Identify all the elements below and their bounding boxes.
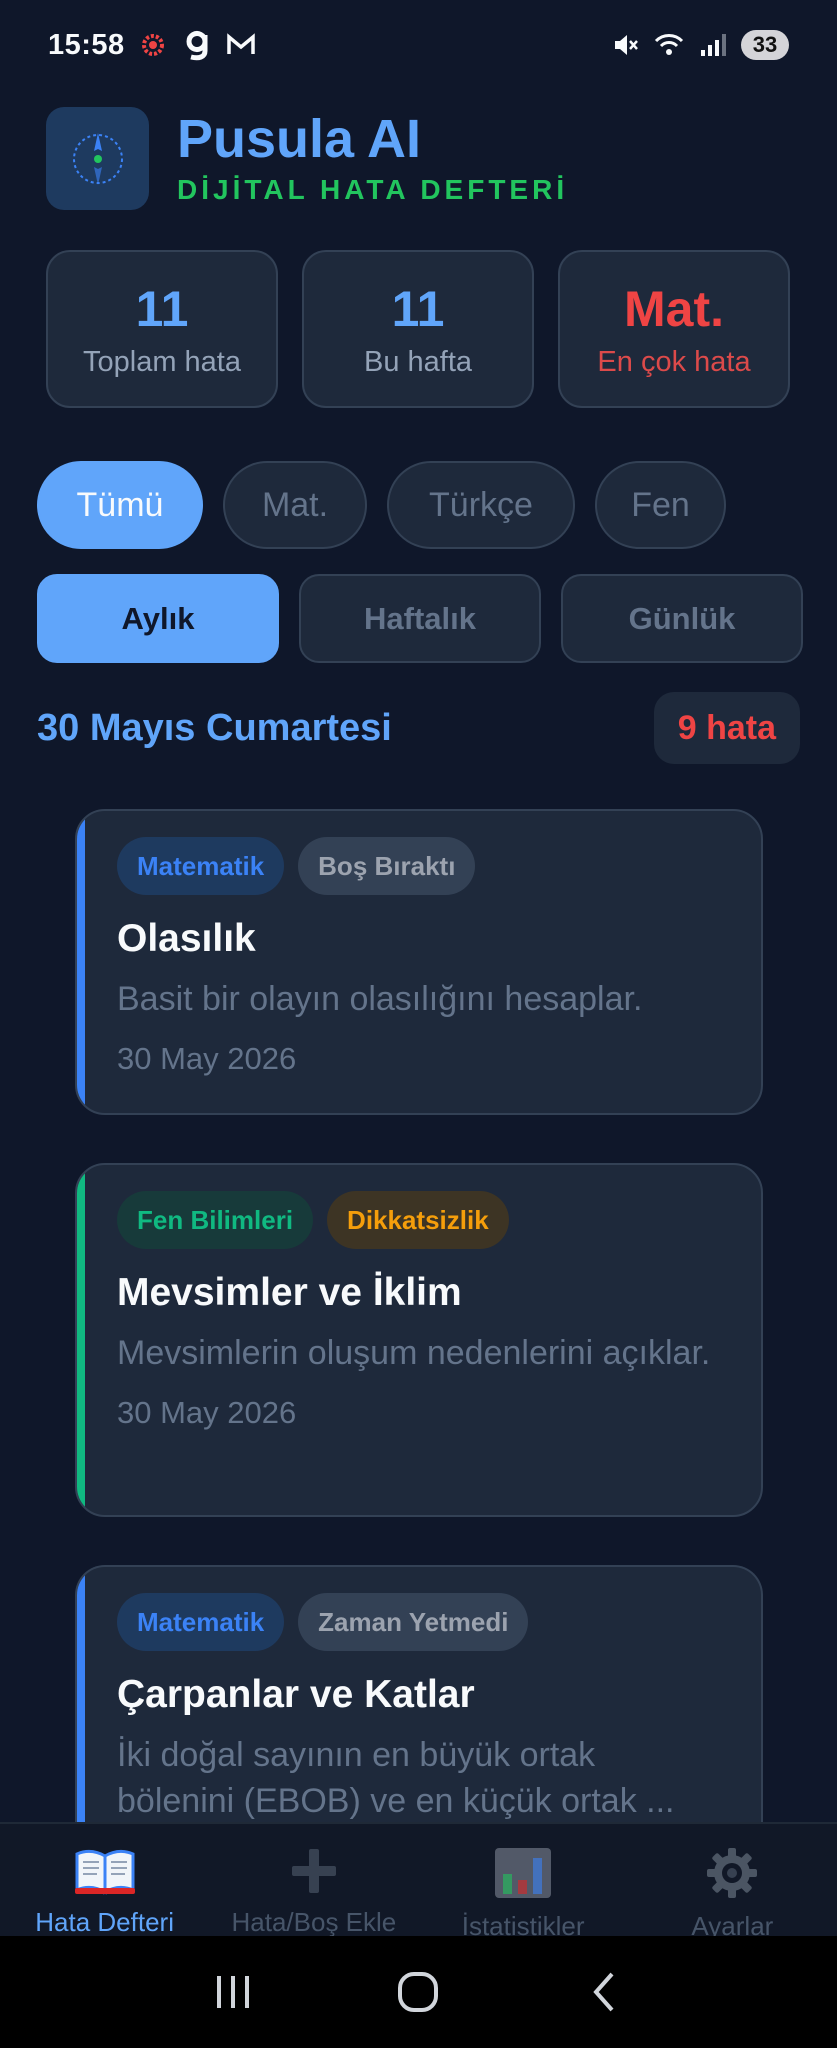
stat-label: Bu hafta	[363, 345, 473, 378]
nav-item-error-notebook[interactable]: Hata Defteri	[0, 1824, 209, 1937]
stat-card-week: 11 Bu hafta	[302, 250, 534, 408]
filter-chip-all[interactable]: Tümü	[37, 461, 203, 549]
system-navigation-bar	[0, 1936, 837, 2048]
book-icon	[73, 1846, 137, 1901]
app-subtitle: DİJİTAL HATA DEFTERİ	[177, 173, 569, 205]
card-date: 30 May 2026	[117, 1394, 297, 1430]
subject-tag: Matematik	[117, 837, 285, 895]
reason-tag: Dikkatsizlik	[327, 1191, 509, 1249]
stat-card-total: 11 Toplam hata	[46, 250, 278, 408]
card-description: Mevsimlerin oluşum nedenlerini açıklar.	[117, 1334, 711, 1372]
card-description: Basit bir olayın olasılığını hesaplar.	[117, 980, 643, 1018]
card-tags: Matematik Zaman Yetmedi	[117, 1593, 721, 1651]
plus-icon	[286, 1846, 342, 1901]
wifi-icon	[653, 29, 685, 61]
reason-tag: Zaman Yetmedi	[298, 1593, 529, 1651]
card-accent-bar	[77, 1165, 85, 1515]
home-button[interactable]	[388, 1962, 448, 2022]
app-title: Pusula AI	[177, 109, 422, 170]
recent-apps-button[interactable]	[203, 1962, 263, 2022]
status-bar-right: 33	[609, 29, 789, 61]
error-card[interactable]: Fen Bilimleri Dikkatsizlik Mevsimler ve …	[75, 1163, 763, 1517]
tab-monthly[interactable]: Aylık	[37, 574, 279, 663]
settings-notification-icon	[137, 29, 169, 61]
brand-block: Pusula AI DİJİTAL HATA DEFTERİ	[177, 111, 568, 206]
card-tags: Fen Bilimleri Dikkatsizlik	[117, 1191, 721, 1249]
bar-chart-icon	[493, 1846, 553, 1905]
date-title: 30 Mayıs Cumartesi	[37, 706, 392, 749]
mail-notification-icon	[225, 29, 257, 61]
bottom-navigation: Hata Defteri Hata/Boş Ekle İstatistikler	[0, 1822, 837, 1941]
stat-value: 11	[391, 280, 445, 337]
nav-label: Hata Defteri	[35, 1907, 174, 1937]
g-app-notification-icon	[181, 29, 213, 61]
stat-label: Toplam hata	[83, 345, 241, 378]
card-accent-bar	[77, 811, 85, 1113]
stat-label: En çok hata	[597, 345, 751, 378]
tab-weekly[interactable]: Haftalık	[299, 574, 541, 663]
nav-item-settings[interactable]: Ayarlar	[628, 1824, 837, 1941]
status-bar-left: 15:58	[48, 29, 257, 62]
battery-indicator: 33	[741, 30, 789, 60]
signal-icon	[697, 29, 729, 61]
filter-chip-science[interactable]: Fen	[595, 461, 726, 549]
status-time: 15:58	[48, 28, 125, 61]
card-title: Olasılık	[117, 917, 256, 960]
card-date: 30 May 2026	[117, 1040, 297, 1076]
card-description: İki doğal sayının en büyük ortak bölenin…	[117, 1736, 675, 1820]
filter-chip-turkish[interactable]: Türkçe	[387, 461, 575, 549]
stat-value: Mat.	[624, 280, 724, 337]
status-bar: 15:58 33	[0, 0, 837, 90]
mute-icon	[609, 29, 641, 61]
subject-tag: Fen Bilimleri	[117, 1191, 314, 1249]
nav-item-statistics[interactable]: İstatistikler	[419, 1824, 628, 1941]
error-card[interactable]: Matematik Zaman Yetmedi Çarpanlar ve Kat…	[75, 1565, 763, 1865]
card-tags: Matematik Boş Bıraktı	[117, 837, 721, 895]
reason-tag: Boş Bıraktı	[298, 837, 476, 895]
subject-tag: Matematik	[117, 1593, 285, 1651]
error-count-badge: 9 hata	[653, 692, 800, 764]
tab-daily[interactable]: Günlük	[561, 574, 803, 663]
stat-value: 11	[135, 280, 189, 337]
nav-item-add-error[interactable]: Hata/Boş Ekle	[209, 1824, 418, 1937]
gear-icon	[704, 1846, 760, 1905]
stats-row: 11 Toplam hata 11 Bu hafta Mat. En çok h…	[46, 250, 790, 408]
filter-chip-math[interactable]: Mat.	[223, 461, 367, 549]
period-tabs: Aylık Haftalık Günlük	[37, 574, 803, 663]
card-title: Mevsimler ve İklim	[117, 1271, 462, 1314]
compass-logo-icon	[46, 107, 149, 210]
nav-label: Hata/Boş Ekle	[231, 1907, 397, 1937]
subject-filter-chips: Tümü Mat. Türkçe Fen	[37, 461, 726, 549]
card-accent-bar	[77, 1567, 85, 1865]
date-section-header: 30 Mayıs Cumartesi 9 hata	[37, 692, 800, 764]
back-button[interactable]	[574, 1962, 634, 2022]
app-header: Pusula AI DİJİTAL HATA DEFTERİ	[46, 107, 568, 210]
error-card[interactable]: Matematik Boş Bıraktı Olasılık Basit bir…	[75, 809, 763, 1115]
stat-card-most-errors: Mat. En çok hata	[558, 250, 790, 408]
card-title: Çarpanlar ve Katlar	[117, 1673, 475, 1716]
